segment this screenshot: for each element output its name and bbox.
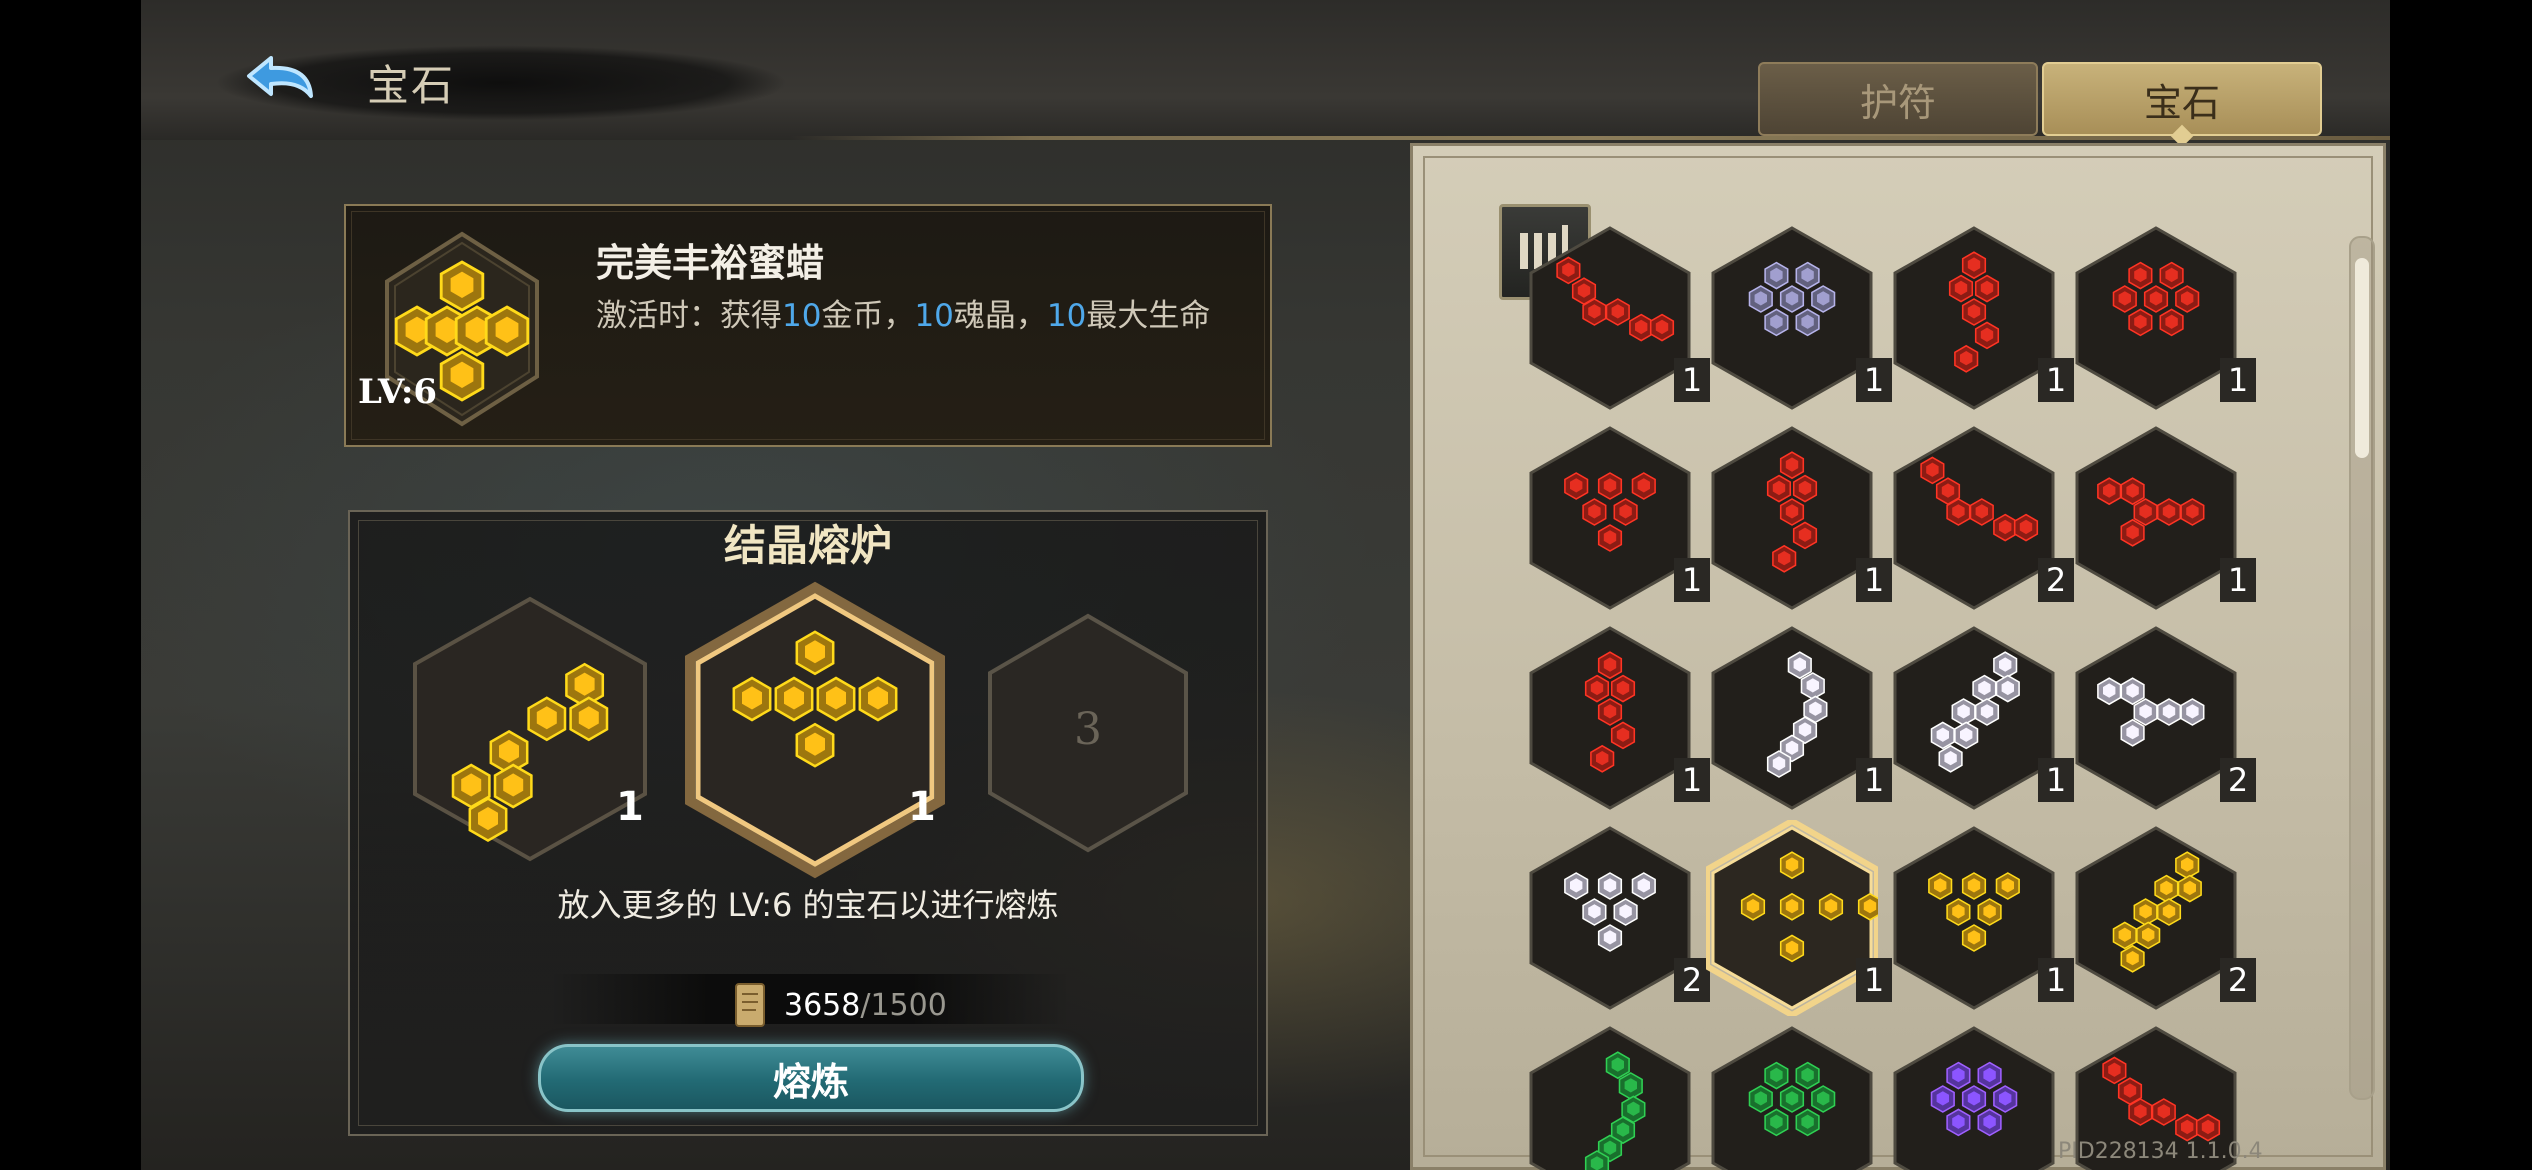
slot-count: 1	[908, 784, 936, 830]
gem-slot[interactable]: 1	[1888, 820, 2074, 1016]
gem-cluster-icon	[2075, 626, 2237, 810]
furnace-slot-1[interactable]: 1	[400, 594, 660, 864]
gem-slot[interactable]: 2	[2070, 820, 2256, 1016]
gem-count: 1	[1856, 958, 1892, 1002]
furnace-title: 结晶熔炉	[723, 521, 892, 570]
gem-count: 1	[1674, 758, 1710, 802]
top-bar-divider	[791, 136, 2390, 140]
gem-slot[interactable]: 1	[1706, 620, 1892, 816]
gem-cluster-icon	[1529, 1026, 1691, 1170]
furnace-slot-2[interactable]: 1	[680, 580, 950, 880]
gem-slot[interactable]: 2	[1524, 820, 1710, 1016]
gem-count: 2	[2038, 558, 2074, 602]
gem-count: 2	[2220, 958, 2256, 1002]
smelt-cost: 3658/1500	[730, 980, 947, 1030]
gem-cluster-icon	[1529, 426, 1691, 610]
gem-slot[interactable]: 1	[1888, 620, 2074, 816]
gem-count: 1	[1674, 358, 1710, 402]
gem-cluster-icon	[1893, 226, 2055, 410]
gem-cluster-icon	[1893, 1026, 2055, 1170]
gem-cluster-icon	[2075, 226, 2237, 410]
cost-max: /1500	[860, 987, 947, 1023]
gem-slot[interactable]	[1524, 1020, 1696, 1170]
crystal-furnace-panel: 结晶熔炉 1 1 3 放入更多的 LV:6 的宝石以进行熔炼 3658/1500	[348, 510, 1268, 1136]
tab-amulet[interactable]: 护符	[1758, 62, 2038, 136]
inventory-scrollbar[interactable]	[2349, 236, 2375, 1100]
tab-gem[interactable]: 宝石	[2042, 62, 2322, 136]
gem-cluster-icon	[1711, 226, 1873, 410]
scroll-icon	[735, 983, 765, 1027]
gem-count: 1	[2220, 558, 2256, 602]
desc-prefix: 激活时：获得	[596, 298, 782, 334]
gem-slot[interactable]: 1	[1524, 620, 1710, 816]
gem-count: 1	[2220, 358, 2256, 402]
gem-count: 1	[1856, 758, 1892, 802]
desc-value-life: 10	[1046, 298, 1087, 334]
gem-cluster-icon	[1893, 426, 2055, 610]
gem-count: 2	[2220, 758, 2256, 802]
gem-cluster-icon	[1704, 817, 1883, 1019]
gem-slot[interactable]: 1	[1524, 220, 1710, 416]
gem-cluster-icon	[1529, 826, 1691, 1010]
gem-cluster-icon	[685, 581, 945, 879]
desc-text-soul: 魂晶，	[953, 298, 1047, 334]
gem-count: 1	[2038, 358, 2074, 402]
gem-cluster-icon	[1529, 226, 1691, 410]
gem-slot[interactable]: 1	[2070, 220, 2256, 416]
gem-slot[interactable]: 1	[1706, 420, 1892, 616]
gem-cluster-icon	[1711, 426, 1873, 610]
gem-cluster-icon	[2075, 426, 2237, 610]
furnace-hint: 放入更多的 LV:6 的宝石以进行熔炼	[557, 886, 1059, 924]
gem-slot[interactable]: 2	[1888, 420, 2074, 616]
back-button[interactable]	[241, 44, 331, 118]
build-info: PID228134 1.1.0.4	[2058, 1139, 2263, 1164]
gem-slot[interactable]: 1	[1524, 420, 1710, 616]
desc-value-gold: 10	[782, 298, 822, 334]
gem-count: 1	[1856, 558, 1892, 602]
slot-number: 3	[1074, 704, 1102, 755]
gem-count: 1	[1856, 358, 1892, 402]
gem-cluster-icon	[1711, 1026, 1873, 1170]
gem-count: 1	[2038, 758, 2074, 802]
back-arrow-icon	[247, 56, 313, 98]
furnace-slot-3[interactable]: 3	[978, 608, 1198, 858]
gem-count: 2	[1674, 958, 1710, 1002]
gem-count: 1	[2038, 958, 2074, 1002]
gem-cluster-icon	[2075, 826, 2237, 1010]
page-title: 宝石	[367, 61, 456, 110]
gem-level: LV:6	[358, 372, 438, 412]
gem-slot[interactable]	[1706, 1020, 1878, 1170]
gem-cluster-icon	[1893, 826, 2055, 1010]
cost-current: 3658	[784, 987, 861, 1023]
selected-gem-card: LV:6 完美丰裕蜜蜡 激活时：获得10金币，10魂晶，10最大生命	[344, 204, 1272, 447]
desc-text-life: 最大生命	[1086, 298, 1211, 334]
gem-cluster-icon	[1711, 626, 1873, 810]
scrollbar-thumb[interactable]	[2355, 258, 2369, 458]
gem-cluster-icon	[1529, 626, 1691, 810]
game-screen: 宝石 护符 宝石 LV:6 完美丰裕蜜蜡 激活时：获得10金币，10魂晶，10最…	[141, 0, 2390, 1170]
gem-slot[interactable]: 1	[1704, 817, 1892, 1019]
gem-name: 完美丰裕蜜蜡	[596, 241, 825, 285]
smelt-button[interactable]: 熔炼	[538, 1044, 1084, 1112]
gem-description: 激活时：获得10金币，10魂晶，10最大生命	[596, 290, 1210, 335]
desc-text-gold: 金币，	[821, 298, 915, 334]
gem-slot[interactable]	[1888, 1020, 2060, 1170]
gem-slot[interactable]: 2	[2070, 620, 2256, 816]
gem-slot[interactable]: 1	[2070, 420, 2256, 616]
gem-count: 1	[1674, 558, 1710, 602]
gem-slot[interactable]: 1	[1888, 220, 2074, 416]
desc-value-soul: 10	[914, 298, 954, 334]
gem-cluster-icon	[1893, 626, 2055, 810]
slot-count: 1	[616, 784, 644, 830]
gem-slot[interactable]: 1	[1706, 220, 1892, 416]
